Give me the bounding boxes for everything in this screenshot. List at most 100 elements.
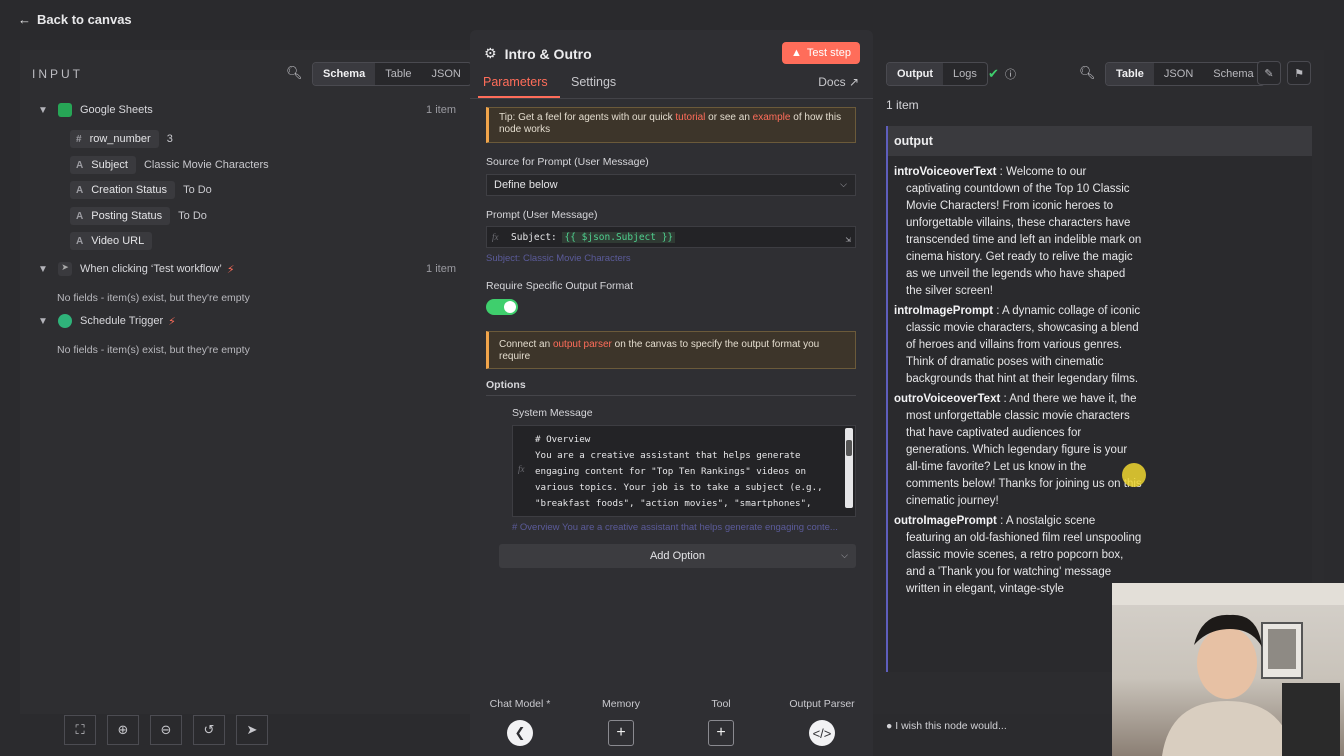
add-tool-button[interactable]: +	[708, 720, 734, 746]
node-name: When clicking ‘Test workflow’	[80, 263, 222, 275]
string-type-icon: A	[76, 184, 84, 196]
output-key: outroImagePrompt	[894, 515, 997, 527]
add-memory-button[interactable]: +	[608, 720, 634, 746]
code-icon: </>	[812, 725, 832, 741]
google-sheets-icon	[58, 103, 72, 117]
chat-model-connector[interactable]: ❮	[507, 720, 533, 746]
feedback-text: I wish this node would...	[895, 720, 1007, 732]
tab-settings[interactable]: Settings	[571, 75, 616, 89]
tip-text: Tip: Get a feel for agents with our quic…	[499, 112, 676, 123]
prompt-expression: {{ $json.Subject }}	[562, 232, 676, 243]
field-name: Video URL	[91, 235, 145, 247]
field-chip[interactable]: A Video URL	[70, 232, 153, 250]
input-tab-schema[interactable]: Schema	[313, 63, 376, 85]
node-row-schedule-trigger[interactable]: ▼ Schedule Trigger ⚡︎	[38, 314, 176, 328]
output-parser-link[interactable]: output parser	[553, 339, 612, 350]
info-icon[interactable]: ⓘ	[1005, 66, 1016, 82]
search-icon[interactable]: 🔍︎	[1079, 65, 1096, 81]
tip-banner: Tip: Get a feel for agents with our quic…	[486, 107, 856, 143]
tab-logs[interactable]: Logs	[943, 63, 987, 85]
field-chip[interactable]: A Posting Status	[70, 207, 171, 225]
field-row: A Video URL	[70, 232, 160, 250]
output-value: A nostalgic scene featuring an old-fashi…	[906, 515, 1142, 595]
output-cell: introVoiceoverText : Welcome to our capt…	[888, 156, 1148, 609]
system-message-input[interactable]: fx # Overview You are a creative assista…	[512, 425, 856, 517]
pointer-icon: ➤	[58, 262, 72, 276]
prompt-preview: Subject: Classic Movie Characters	[486, 253, 631, 264]
output-parser-connector[interactable]: </>	[809, 720, 835, 746]
mouse-cursor-highlight	[1122, 463, 1146, 487]
string-type-icon: A	[76, 210, 84, 222]
zoom-in-button[interactable]: ⊕	[107, 715, 139, 745]
output-tab-json[interactable]: JSON	[1154, 63, 1203, 85]
search-icon[interactable]: 🔍︎	[286, 65, 303, 81]
zoom-out-button[interactable]: ⊖	[150, 715, 182, 745]
test-step-button[interactable]: ▲ Test step	[782, 42, 860, 64]
system-message-preview: # Overview You are a creative assistant …	[512, 522, 838, 533]
output-key: introVoiceoverText	[894, 166, 997, 178]
options-label: Options	[486, 379, 526, 391]
tip-text: or see an	[705, 112, 753, 123]
output-tab-table[interactable]: Table	[1106, 63, 1154, 85]
field-chip[interactable]: # row_number	[70, 130, 159, 148]
docs-label: Docs	[818, 75, 846, 89]
edit-output-button[interactable]: ✎	[1257, 61, 1281, 85]
flask-icon: ▲	[791, 47, 802, 59]
input-panel: INPUT 🔍︎ Schema Table JSON ▼ Google Shee…	[20, 50, 472, 714]
plus-icon: +	[716, 724, 726, 741]
expand-icon[interactable]: ⇲	[846, 235, 851, 245]
prompt-input[interactable]: fx Subject: {{ $json.Subject }} ⇲	[486, 226, 856, 248]
docs-link[interactable]: Docs ↗	[818, 75, 859, 89]
prompt-label: Prompt (User Message)	[486, 209, 598, 221]
input-title: INPUT	[32, 67, 83, 81]
item-count: 1 item	[426, 104, 456, 116]
tab-parameters[interactable]: Parameters	[483, 75, 548, 89]
field-name: Posting Status	[91, 210, 163, 222]
test-step-label: Test step	[806, 47, 851, 59]
scrollbar[interactable]	[845, 428, 853, 508]
field-value: To Do	[178, 210, 207, 222]
output-column-header: output	[888, 126, 1312, 156]
webcam-overlay	[1112, 583, 1344, 756]
item-count: 1 item	[426, 263, 456, 275]
zoom-out-icon: ⊖	[160, 722, 172, 737]
input-tab-json[interactable]: JSON	[422, 63, 471, 85]
field-chip[interactable]: A Creation Status	[70, 181, 176, 199]
arrow-left-icon: ←	[18, 12, 31, 27]
empty-note: No fields - item(s) exist, but they're e…	[57, 292, 250, 304]
output-entry: outroImagePrompt : A nostalgic scene fea…	[894, 515, 1142, 595]
pin-output-button[interactable]: ⚑	[1287, 61, 1311, 85]
chevron-down-icon: ▼	[38, 315, 48, 327]
tidy-button[interactable]: ➤	[236, 715, 268, 745]
connector-label-chat-model: Chat Model *	[489, 698, 551, 710]
clock-icon	[58, 314, 72, 328]
node-row-manual-trigger[interactable]: ▼ ➤ When clicking ‘Test workflow’ ⚡︎	[38, 262, 235, 276]
tutorial-link[interactable]: tutorial	[675, 112, 705, 123]
fit-view-button[interactable]: ⛶	[64, 715, 96, 745]
undo-button[interactable]: ↺	[193, 715, 225, 745]
output-item-count: 1 item	[886, 98, 919, 112]
require-format-toggle[interactable]	[486, 299, 518, 315]
node-name: Schedule Trigger	[80, 315, 164, 327]
field-chip[interactable]: A Subject	[70, 156, 136, 174]
back-to-canvas-link[interactable]: ← Back to canvas	[18, 12, 132, 27]
undo-icon: ↺	[203, 722, 215, 737]
input-view-toggle: Schema Table JSON	[312, 62, 472, 86]
output-value: And there we have it, the most unforgett…	[906, 393, 1142, 507]
source-value: Define below	[494, 179, 558, 191]
back-label: Back to canvas	[37, 12, 132, 27]
node-row-google-sheets[interactable]: ▼ Google Sheets	[38, 103, 458, 117]
feedback-prompt[interactable]: ● I wish this node would...	[886, 720, 1007, 732]
add-option-button[interactable]: Add Option ⌵	[499, 544, 856, 568]
system-message-label: System Message	[512, 407, 593, 419]
add-option-label: Add Option	[649, 550, 706, 562]
fx-icon: fx	[518, 464, 525, 474]
field-row: A Subject Classic Movie Characters	[70, 156, 269, 174]
example-link[interactable]: example	[753, 112, 791, 123]
source-select[interactable]: Define below ⌵	[486, 174, 856, 196]
string-type-icon: A	[76, 159, 84, 171]
output-tab-schema[interactable]: Schema	[1203, 63, 1263, 85]
field-name: row_number	[89, 133, 151, 145]
tab-output[interactable]: Output	[887, 63, 944, 85]
input-tab-table[interactable]: Table	[375, 63, 421, 85]
